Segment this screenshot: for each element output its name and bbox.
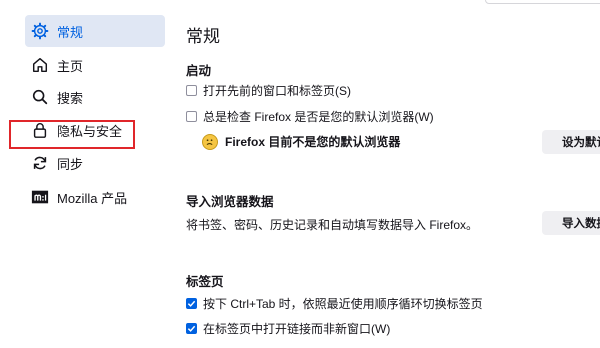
open-links-label: 在标签页中打开链接而非新窗口(W) bbox=[203, 322, 391, 336]
sidebar-item-search[interactable]: 搜索 bbox=[25, 81, 165, 113]
ctrl-tab-checkbox[interactable]: 按下 Ctrl+Tab 时，依照最近使用顺序循环切换标签页 bbox=[186, 295, 483, 312]
sidebar-item-home[interactable]: 主页 bbox=[25, 49, 165, 81]
restore-session-label: 打开先前的窗口和标签页(S) bbox=[203, 84, 351, 98]
restore-session-checkbox[interactable]: 打开先前的窗口和标签页(S) bbox=[186, 82, 351, 99]
checkbox-box[interactable] bbox=[186, 85, 197, 96]
checkmark-icon bbox=[187, 325, 196, 332]
sidebar-item-sync[interactable]: 同步 bbox=[25, 147, 165, 179]
sidebar-item-label: 搜索 bbox=[57, 90, 84, 106]
top-input-edge bbox=[485, 0, 600, 4]
check-default-label: 总是检查 Firefox 是否是您的默认浏览器(W) bbox=[203, 110, 434, 124]
sidebar-item-mozilla-products[interactable]: Mozilla 产品 bbox=[25, 181, 165, 213]
import-description: 将书签、密码、历史记录和自动填写数据导入 Firefox。 bbox=[186, 218, 479, 232]
sad-face-icon bbox=[202, 133, 218, 150]
sync-icon bbox=[31, 154, 49, 172]
default-browser-status: Firefox 目前不是您的默认浏览器 bbox=[202, 133, 400, 150]
sidebar-item-label: 主页 bbox=[57, 58, 84, 74]
page-title: 常规 bbox=[186, 27, 220, 46]
default-status-text: Firefox 目前不是您的默认浏览器 bbox=[225, 135, 401, 149]
checkbox-box[interactable] bbox=[186, 111, 197, 122]
home-icon bbox=[31, 56, 49, 74]
import-data-button[interactable]: 导入数据 bbox=[542, 211, 600, 235]
checkbox-box[interactable] bbox=[186, 298, 197, 309]
check-default-checkbox[interactable]: 总是检查 Firefox 是否是您的默认浏览器(W) bbox=[186, 108, 434, 125]
open-links-checkbox[interactable]: 在标签页中打开链接而非新窗口(W) bbox=[186, 320, 390, 337]
mozilla-icon bbox=[31, 188, 49, 206]
sidebar-item-general[interactable]: 常规 bbox=[25, 15, 165, 47]
set-default-button[interactable]: 设为默认 bbox=[542, 130, 600, 154]
highlight-box bbox=[9, 120, 135, 149]
checkbox-box[interactable] bbox=[186, 323, 197, 334]
sidebar: 常规 主页 搜索 隐私与安全 同步 Mozilla 产品 bbox=[0, 0, 170, 348]
gear-icon bbox=[31, 22, 49, 40]
sidebar-item-label: Mozilla 产品 bbox=[57, 190, 128, 206]
checkmark-icon bbox=[187, 300, 196, 307]
tabs-heading: 标签页 bbox=[186, 275, 224, 289]
search-icon bbox=[31, 88, 49, 106]
import-heading: 导入浏览器数据 bbox=[186, 195, 274, 209]
sidebar-item-label: 同步 bbox=[57, 156, 84, 172]
startup-heading: 启动 bbox=[186, 64, 212, 78]
sidebar-item-label: 常规 bbox=[57, 24, 84, 40]
ctrl-tab-label: 按下 Ctrl+Tab 时，依照最近使用顺序循环切换标签页 bbox=[203, 297, 483, 311]
